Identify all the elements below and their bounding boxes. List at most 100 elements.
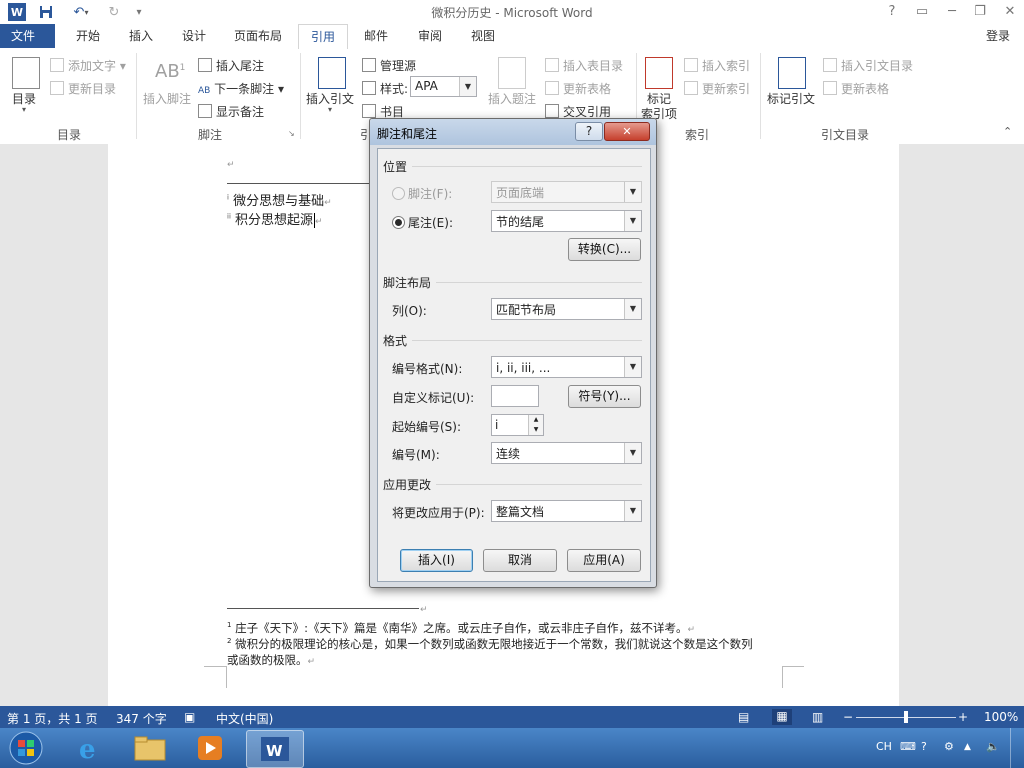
insert-tof-button[interactable]: 插入表目录 [545, 57, 623, 74]
tab-review[interactable]: 审阅 [406, 24, 454, 48]
restore-button[interactable]: ❐ [966, 2, 994, 22]
keyboard-icon[interactable]: ⌨ [900, 740, 916, 753]
file-explorer-icon[interactable] [124, 730, 176, 766]
citation-style-select[interactable]: APA ▼ [410, 76, 477, 97]
update-index-button[interactable]: 更新索引 [684, 80, 750, 97]
tab-references[interactable]: 引用 [298, 24, 349, 50]
section-divider [436, 282, 642, 283]
read-mode-icon[interactable]: ▤ [738, 710, 749, 724]
minimize-button[interactable]: ─ [938, 2, 966, 22]
show-notes-button[interactable]: 显示备注 [198, 103, 264, 120]
zoom-out-icon[interactable]: − [843, 710, 853, 724]
group-separator [760, 53, 761, 139]
section-divider [412, 166, 642, 167]
apply-to-select[interactable]: 整篇文档 ▼ [491, 500, 642, 522]
help-tray-icon[interactable]: ? [921, 740, 927, 753]
help-button[interactable]: ? [878, 2, 906, 22]
zoom-in-icon[interactable]: + [958, 710, 968, 724]
show-hidden-icons-icon[interactable]: ▲ [964, 742, 971, 752]
dialog-title-bar[interactable]: 脚注和尾注 ? ✕ [370, 119, 656, 145]
tab-insert[interactable]: 插入 [117, 24, 165, 48]
insert-button[interactable]: 插入(I) [400, 549, 473, 572]
bibliography-icon [362, 104, 376, 118]
word-taskbar-icon[interactable]: W [246, 730, 304, 768]
numbering-select[interactable]: 连续 ▼ [491, 442, 642, 464]
login-link[interactable]: 登录 [986, 24, 1010, 48]
page-count[interactable]: 第 1 页，共 1 页 [7, 710, 98, 727]
custom-mark-input[interactable] [491, 385, 539, 407]
update-toc-button[interactable]: 更新目录 [50, 80, 116, 97]
manage-sources-button[interactable]: 管理源 [362, 57, 416, 74]
collapse-ribbon-icon[interactable]: ⌃ [1003, 125, 1012, 138]
group-separator [136, 53, 137, 139]
paragraph-mark: ↵ [420, 605, 428, 615]
add-text-button[interactable]: 添加文字 ▾ [50, 57, 126, 74]
start-button[interactable] [0, 730, 52, 766]
show-desktop-button[interactable] [1010, 728, 1024, 768]
start-at-stepper[interactable]: i ▲ ▼ [491, 414, 544, 436]
insert-endnote-icon [198, 58, 212, 72]
insert-citation-dropdown-icon[interactable]: ▾ [328, 105, 332, 114]
print-layout-icon[interactable]: ▦ [772, 709, 792, 725]
footnote-separator [227, 608, 419, 609]
dialog-help-button[interactable]: ? [575, 122, 603, 141]
footnote-radio[interactable] [392, 187, 405, 200]
insert-toa-button[interactable]: 插入引文目录 [823, 57, 913, 74]
symbol-button[interactable]: 符号(Y)... [568, 385, 641, 408]
stepper-down-icon[interactable]: ▼ [528, 425, 543, 435]
window-title: 微积分历史 - Microsoft Word [431, 6, 593, 20]
volume-icon[interactable]: 🔈 [986, 740, 1000, 753]
toc-icon [12, 57, 40, 89]
chevron-down-icon: ▼ [624, 501, 641, 521]
footnote-location-select[interactable]: 页面底端 ▼ [491, 181, 642, 203]
columns-select[interactable]: 匹配节布局 ▼ [491, 298, 642, 320]
tab-page-layout[interactable]: 页面布局 [222, 24, 294, 48]
zoom-slider-thumb[interactable] [904, 711, 908, 723]
cancel-button[interactable]: 取消 [483, 549, 557, 572]
endnote-separator [227, 183, 371, 184]
apply-button[interactable]: 应用(A) [567, 549, 641, 572]
endnote-1: i 微分思想与基础↵ [227, 193, 332, 209]
dialog-title: 脚注和尾注 [377, 127, 438, 141]
style-label: 样式: [362, 80, 408, 97]
svg-text:e: e [79, 735, 96, 763]
footnotes-dialog-launcher-icon[interactable]: ↘ [288, 129, 295, 138]
mark-citation-button[interactable]: 标记引文 [767, 90, 815, 107]
convert-button[interactable]: 转换(C)... [568, 238, 641, 261]
endnote-location-select[interactable]: 节的结尾 ▼ [491, 210, 642, 232]
update-toa-button[interactable]: 更新表格 [823, 80, 889, 97]
toc-dropdown-icon[interactable]: ▾ [22, 105, 26, 114]
format-section-label: 格式 [383, 334, 408, 348]
insert-caption-button[interactable]: 插入题注 [488, 90, 536, 107]
chevron-down-icon: ▼ [624, 299, 641, 319]
footnote-label: 脚注(F): [408, 187, 453, 201]
word-count[interactable]: 347 个字 [116, 710, 167, 727]
tab-file[interactable]: 文件 [0, 24, 55, 48]
tab-design[interactable]: 设计 [170, 24, 218, 48]
tab-mailings[interactable]: 邮件 [352, 24, 400, 48]
group-separator [300, 53, 301, 139]
footnote-1: 1 庄子《天下》:《天下》篇是《南华》之席。或云庄子自作，或云非庄子自作，兹不详… [227, 621, 696, 635]
zoom-level[interactable]: 100% [984, 710, 1018, 724]
update-table-button[interactable]: 更新表格 [545, 80, 611, 97]
insert-index-button[interactable]: 插入索引 [684, 57, 750, 74]
internet-explorer-icon[interactable]: e [62, 730, 114, 766]
ribbon-display-options-icon[interactable]: ▭ [908, 2, 936, 22]
ime-indicator[interactable]: CH [876, 740, 892, 753]
tab-view[interactable]: 视图 [459, 24, 507, 48]
endnote-radio[interactable] [392, 216, 405, 229]
web-layout-icon[interactable]: ▥ [812, 710, 823, 724]
dialog-close-button[interactable]: ✕ [604, 122, 650, 141]
language-indicator[interactable]: 中文(中国) [216, 710, 273, 727]
proofing-icon[interactable]: ▣ [184, 710, 195, 724]
status-bar: 第 1 页，共 1 页 347 个字 ▣ 中文(中国) ▤ ▦ ▥ − + 10… [0, 706, 1024, 728]
settings-tray-icon[interactable]: ⚙ [944, 740, 954, 753]
footnote-endnote-dialog[interactable]: 脚注和尾注 ? ✕ 位置 脚注(F): 页面底端 ▼ 尾注(E): 节的结尾 ▼ 转… [369, 118, 657, 588]
next-footnote-button[interactable]: AB 下一条脚注 ▾ [198, 80, 284, 97]
media-player-icon[interactable] [184, 730, 236, 766]
close-button[interactable]: ✕ [996, 2, 1024, 22]
insert-endnote-button[interactable]: 插入尾注 [198, 57, 264, 74]
tab-home[interactable]: 开始 [64, 24, 112, 48]
insert-footnote-button[interactable]: 插入脚注 [143, 90, 191, 107]
number-format-select[interactable]: i, ii, iii, ... ▼ [491, 356, 642, 378]
